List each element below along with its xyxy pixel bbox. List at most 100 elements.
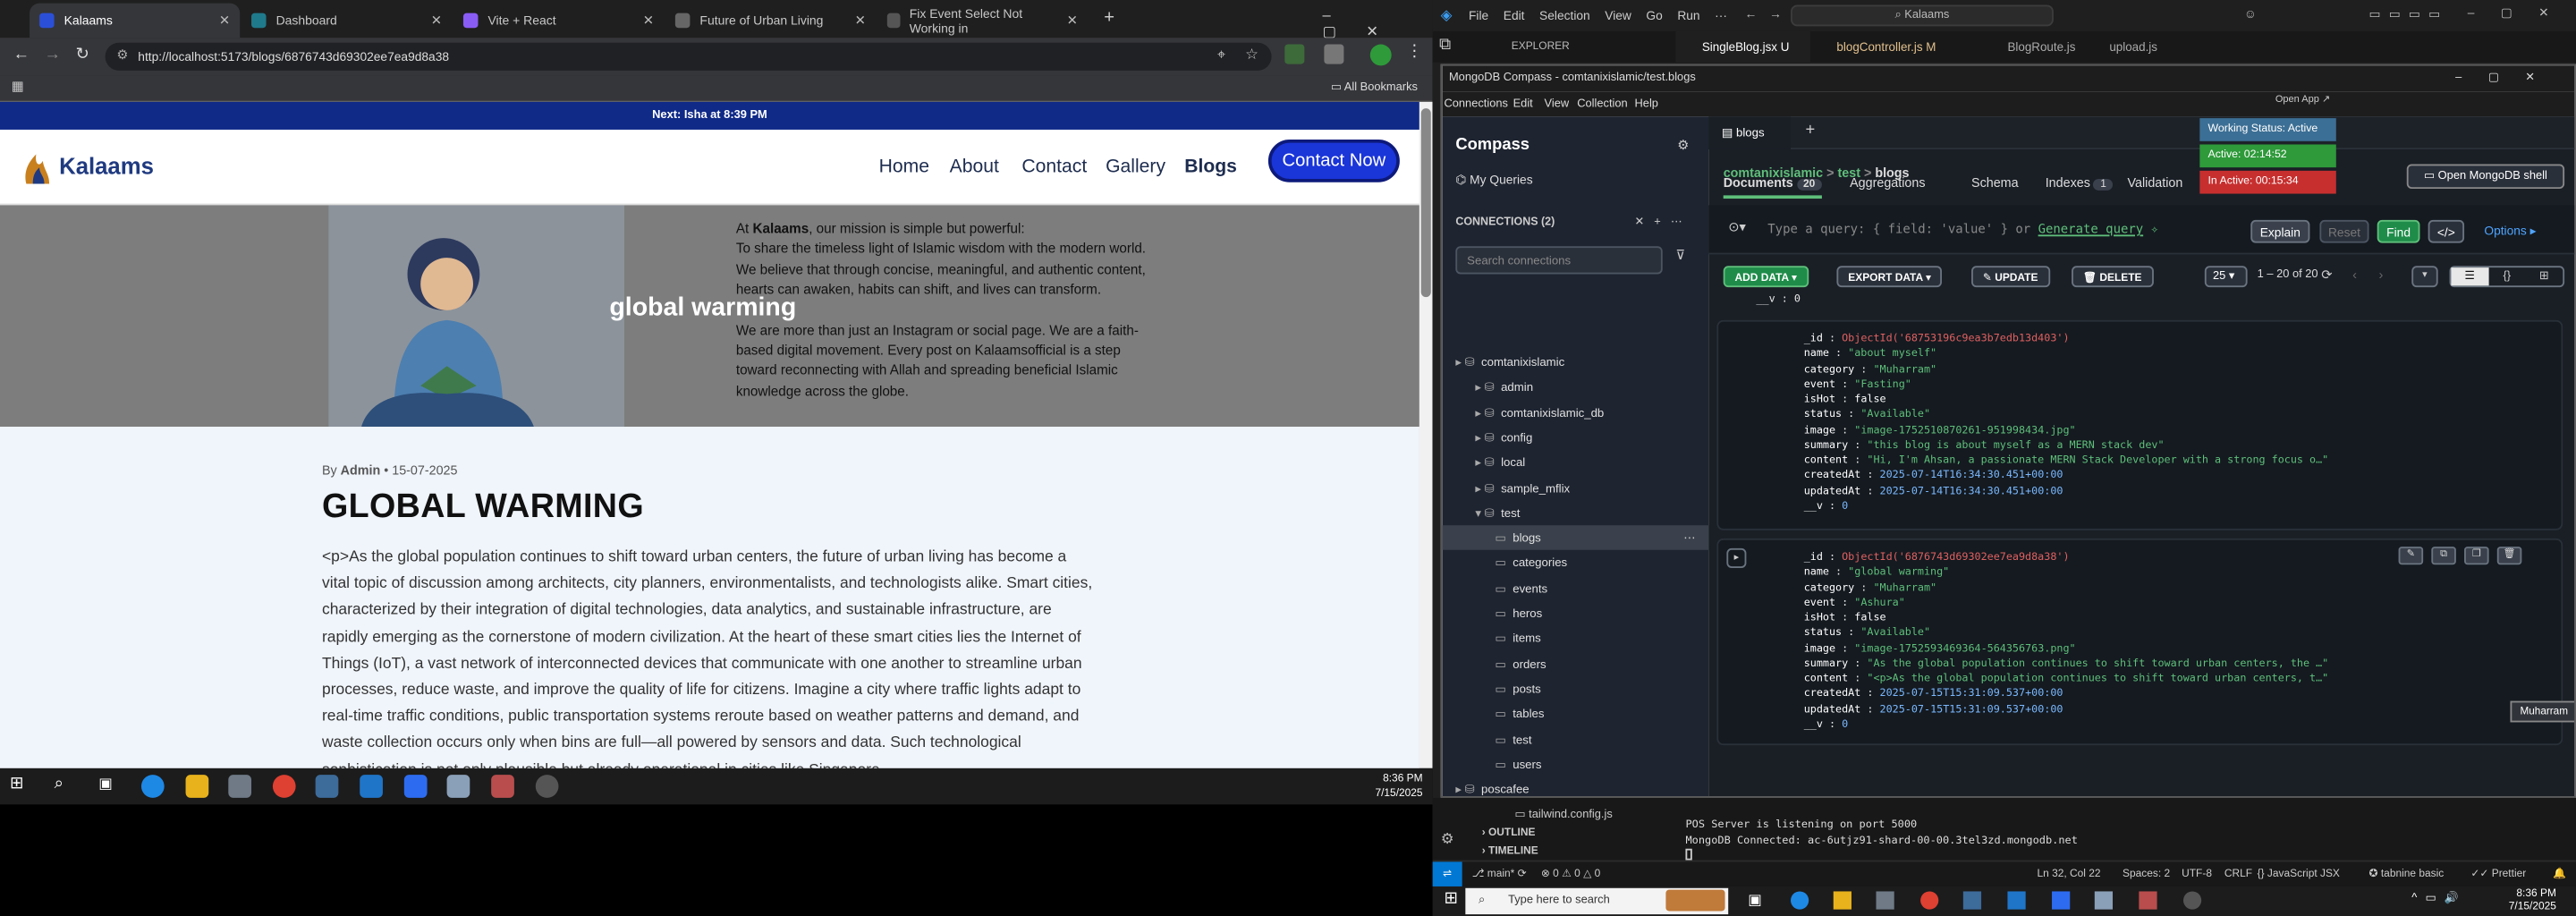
- tree-item[interactable]: ▸ ⛁ config: [1443, 425, 1709, 450]
- reload-icon[interactable]: ↻: [75, 46, 89, 64]
- expand-document-icon[interactable]: ▸: [1726, 547, 1747, 568]
- file-explorer-icon[interactable]: [1833, 891, 1852, 910]
- document-field[interactable]: category : "Muharram": [1758, 362, 2561, 377]
- document-field[interactable]: event : "Fasting": [1758, 377, 2561, 393]
- document-field[interactable]: content : "Hi, I'm Ahsan, a passionate M…: [1758, 453, 2561, 468]
- document-field[interactable]: content : "<p>As the global population c…: [1758, 672, 2561, 687]
- export-data-button[interactable]: EXPORT DATA ▾: [1836, 266, 1943, 288]
- document-field[interactable]: status : "Available": [1758, 408, 2561, 423]
- tab-blogroute[interactable]: BlogRoute.js: [1981, 31, 2083, 63]
- taskbar-clock[interactable]: 8:36 PM 7/15/2025: [1375, 771, 1422, 801]
- document-field[interactable]: summary : "this blog is about myself as …: [1758, 438, 2561, 454]
- menu-item[interactable]: Go: [1646, 8, 1662, 23]
- browser-tab[interactable]: Fix Event Select Not Working in ✕: [877, 4, 1088, 38]
- site-logo[interactable]: Kalaams: [20, 144, 154, 187]
- tree-item[interactable]: ▸ ⛁ comtanixislamic: [1443, 350, 1709, 375]
- page-size-select[interactable]: 25 ▾: [2204, 266, 2248, 288]
- window-controls[interactable]: –▢✕: [1323, 6, 1433, 41]
- notifications-bell-icon[interactable]: 🔔: [2553, 861, 2566, 886]
- file-tree-item[interactable]: ▭ tailwind.config.js: [1514, 808, 1711, 821]
- menu-help[interactable]: Help: [1635, 92, 1658, 117]
- tray-icons[interactable]: ^▭🔊: [2411, 891, 2467, 904]
- app-icon[interactable]: [2182, 891, 2202, 910]
- collection-tab-item[interactable]: Aggregations: [1850, 175, 1925, 191]
- document-field[interactable]: summary : "As the global population cont…: [1758, 657, 2561, 672]
- explorer-icon[interactable]: ⧉: [1439, 36, 1451, 54]
- document-field[interactable]: __v : 0: [1758, 498, 2561, 513]
- generate-query-link[interactable]: Generate query: [2038, 222, 2144, 237]
- menu-connections[interactable]: Connections: [1444, 92, 1507, 117]
- chrome-icon[interactable]: [1920, 891, 1939, 910]
- delete-document-icon[interactable]: 🗑: [2496, 547, 2522, 565]
- nav-back-icon[interactable]: ←: [1745, 6, 1758, 21]
- settings-gear-icon[interactable]: ⚙: [1441, 831, 1454, 849]
- nav-about[interactable]: About: [950, 157, 999, 177]
- tree-item[interactable]: ▭ heros: [1443, 601, 1709, 626]
- nav-contact[interactable]: Contact: [1021, 157, 1087, 177]
- chrome-icon[interactable]: [272, 775, 296, 798]
- collection-tab-item[interactable]: Indexes 1: [2046, 175, 2114, 191]
- tree-item[interactable]: ▭ users: [1443, 751, 1709, 776]
- outline-section[interactable]: › OUTLINE: [1482, 827, 1536, 839]
- tree-item[interactable]: ▾ ⛁ test: [1443, 500, 1709, 525]
- reset-button[interactable]: Reset: [2319, 219, 2369, 243]
- collection-tab-item[interactable]: Validation: [2128, 175, 2183, 191]
- task-view-icon[interactable]: ▣: [98, 775, 122, 798]
- document-card[interactable]: ▸ ✎ ⧉ ❐ 🗑 _id : ObjectId('6876743d69302e…: [1716, 538, 2563, 746]
- nav-gallery[interactable]: Gallery: [1106, 157, 1165, 177]
- window-controls[interactable]: –▢✕: [2468, 5, 2575, 21]
- tree-item[interactable]: ▭ blogs ⋯: [1442, 525, 1709, 550]
- all-bookmarks[interactable]: ▭ All Bookmarks: [1331, 81, 1418, 94]
- update-button[interactable]: ✎ UPDATE: [1971, 266, 2050, 288]
- collection-tab-item[interactable]: Documents 20: [1723, 175, 1822, 199]
- tabnine-status[interactable]: ✪ tabnine basic: [2369, 861, 2445, 886]
- edge-icon[interactable]: [1791, 891, 1809, 910]
- store-icon[interactable]: [228, 775, 252, 798]
- collection-more-icon[interactable]: ⋯: [1683, 525, 1695, 550]
- search-connections-input[interactable]: Search connections: [1455, 246, 1663, 275]
- layout-icons[interactable]: ▭▭▭▭: [2369, 6, 2449, 21]
- document-field[interactable]: createdAt : 2025-07-14T16:34:30.451+00:0…: [1758, 468, 2561, 483]
- menu-edit[interactable]: Edit: [1513, 92, 1533, 117]
- collection-tab[interactable]: ▤ blogs: [1708, 116, 1792, 149]
- windows-start-icon[interactable]: ⊞: [10, 775, 33, 798]
- collection-tab-item[interactable]: Schema: [1971, 175, 2019, 191]
- menu-item[interactable]: File: [1469, 8, 1488, 23]
- my-queries[interactable]: ⌬ My Queries: [1455, 173, 1532, 188]
- document-card[interactable]: _id : ObjectId('68753196c9ea3b7edb13d403…: [1716, 319, 2563, 530]
- indentation[interactable]: Spaces: 2: [2123, 861, 2170, 886]
- contact-now-button[interactable]: Contact Now: [1267, 139, 1400, 182]
- menu-view[interactable]: View: [1544, 92, 1569, 117]
- command-center[interactable]: ⌕ Kalaams: [1791, 4, 2054, 27]
- tree-item[interactable]: ▸ ⛁ comtanixislamic_db: [1443, 400, 1709, 425]
- prettier-status[interactable]: ✓✓ Prettier: [2470, 861, 2526, 886]
- document-field[interactable]: name : "global warming": [1758, 565, 2561, 581]
- taskbar-search-input[interactable]: ⌕ Type here to search: [1465, 887, 1729, 915]
- tree-item[interactable]: ▸ ⛁ sample_mflix: [1443, 475, 1709, 500]
- remote-icon[interactable]: ⇌: [1432, 861, 1462, 886]
- add-data-button[interactable]: ADD DATA ▾: [1723, 266, 1809, 288]
- zoom-icon[interactable]: [2052, 891, 2071, 910]
- document-field[interactable]: isHot : false: [1758, 611, 2561, 626]
- app-icon[interactable]: [2139, 891, 2157, 910]
- bookmark-star-icon[interactable]: ☆: [1245, 46, 1258, 64]
- extensions-puzzle-icon[interactable]: [1324, 44, 1344, 64]
- tab-blogcontroller[interactable]: blogController.js M: [1810, 31, 1981, 63]
- document-field[interactable]: isHot : false: [1758, 393, 2561, 408]
- menu-item[interactable]: View: [1605, 8, 1631, 23]
- profile-avatar[interactable]: [1369, 44, 1392, 66]
- close-tab-icon[interactable]: ✕: [643, 13, 654, 29]
- tree-item[interactable]: ▭ tables: [1443, 701, 1709, 726]
- refresh-icon[interactable]: ⟳: [2321, 267, 2332, 283]
- json-view-icon[interactable]: {}: [2488, 267, 2526, 285]
- zoom-icon[interactable]: [403, 775, 428, 798]
- prev-page-icon[interactable]: ‹: [2352, 267, 2357, 283]
- browser-tab[interactable]: Vite + React ✕: [453, 4, 664, 38]
- tree-item[interactable]: ▭ events: [1443, 576, 1709, 601]
- location-icon[interactable]: ⌖: [1217, 46, 1225, 64]
- copilot-icon[interactable]: ☺: [2244, 6, 2257, 21]
- document-field[interactable]: _id : ObjectId('68753196c9ea3b7edb13d403…: [1758, 332, 2561, 347]
- search-icon[interactable]: ⌕: [55, 775, 78, 798]
- filter-icon[interactable]: ⊽: [1675, 248, 1685, 263]
- back-icon[interactable]: ←: [13, 46, 30, 64]
